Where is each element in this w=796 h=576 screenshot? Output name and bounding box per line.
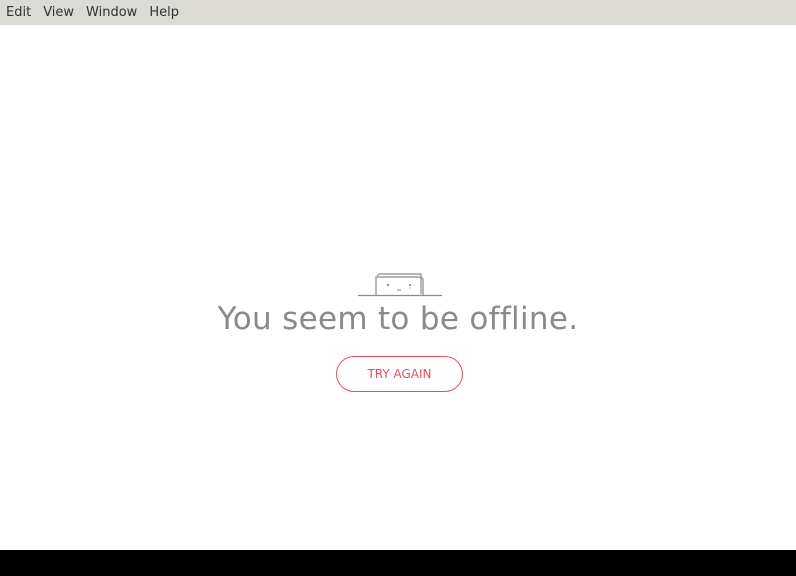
menu-bar: Edit View Window Help xyxy=(0,0,796,25)
menu-window[interactable]: Window xyxy=(80,0,143,25)
screen-bottom-strip xyxy=(0,550,796,576)
offline-page: You seem to be offline. TRY AGAIN xyxy=(0,25,796,550)
menu-help[interactable]: Help xyxy=(143,0,185,25)
offline-laptop-face-icon xyxy=(358,273,442,297)
try-again-button[interactable]: TRY AGAIN xyxy=(336,356,463,392)
menu-view[interactable]: View xyxy=(37,0,80,25)
menu-edit[interactable]: Edit xyxy=(0,0,37,25)
offline-message: You seem to be offline. xyxy=(217,301,579,337)
app-window: Edit View Window Help You seem to be off… xyxy=(0,0,796,550)
